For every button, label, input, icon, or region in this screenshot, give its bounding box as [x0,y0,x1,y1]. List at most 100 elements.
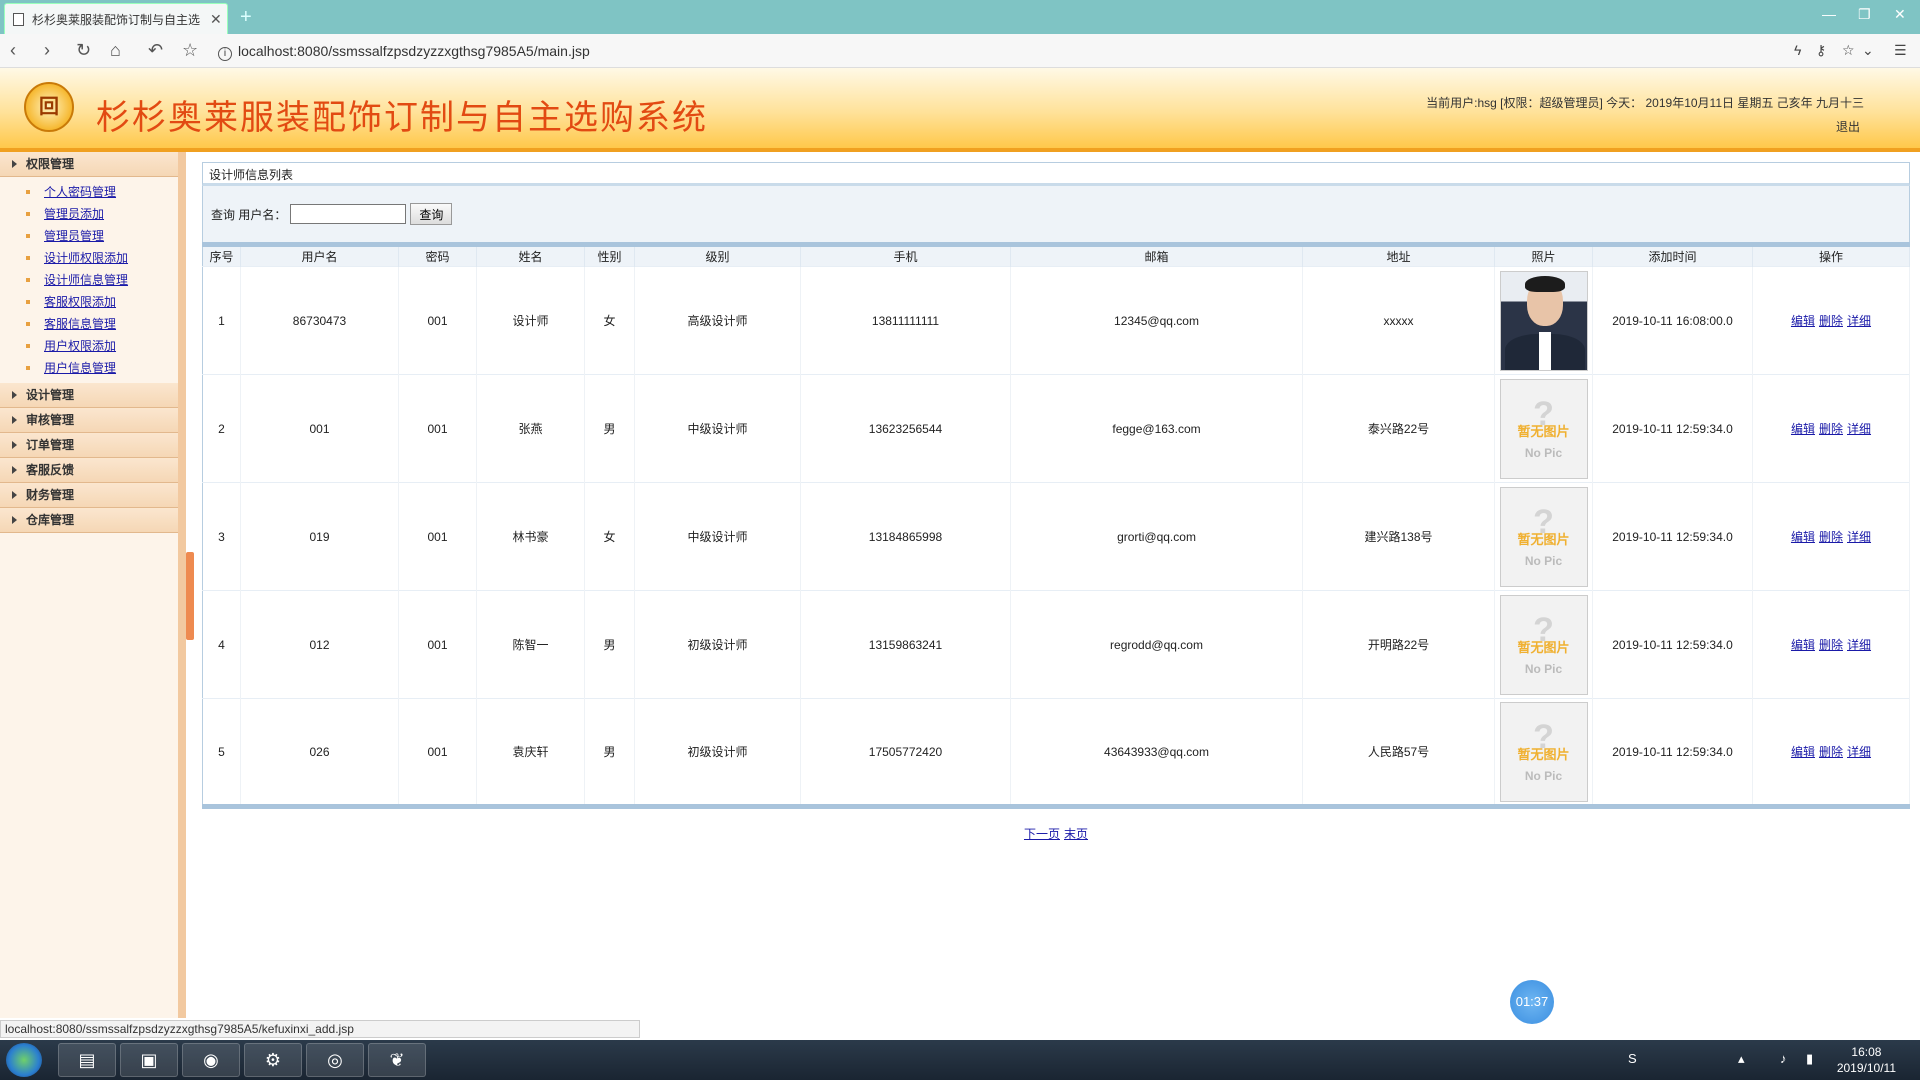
table-row: 5 026 001 袁庆轩 男 初级设计师 17505772420 436439… [202,698,1910,807]
edit-link[interactable]: 编辑 [1791,745,1815,759]
no-pic-en: No Pic [1524,446,1563,460]
lightning-icon[interactable]: ϟ [1794,42,1801,58]
tray-clock[interactable]: 16:08 2019/10/11 [1837,1044,1896,1076]
reload-icon[interactable]: ↻ [76,40,91,61]
col-header: 密码 [398,244,477,267]
edit-link[interactable]: 编辑 [1791,422,1815,436]
favorite-icon[interactable]: ☆ [1842,42,1855,59]
start-button[interactable] [6,1043,42,1077]
delete-link[interactable]: 删除 [1819,422,1843,436]
site-header: 回 杉杉奥莱服装配饰订制与自主选购系统 当前用户:hsg [权限：超级管理员] … [0,68,1920,152]
username-search-input[interactable] [290,204,407,224]
sidebar-item[interactable]: 管理员添加 [0,203,178,225]
user-info: 当前用户:hsg [权限：超级管理员] 今天： 2019年10月11日 星期五 … [1426,96,1864,110]
no-pic-en: No Pic [1524,769,1563,783]
chevron-down-icon[interactable]: ⌄ [1862,42,1874,59]
forward-icon[interactable]: › [44,40,50,61]
delete-link[interactable]: 删除 [1819,638,1843,652]
sidebar-item[interactable]: 管理员管理 [0,225,178,247]
window-close-icon[interactable]: ✕ [1894,6,1906,23]
edit-link[interactable]: 编辑 [1791,530,1815,544]
sidebar-link-designer-manage[interactable]: 设计师信息管理 [44,273,128,287]
chrome-icon[interactable]: ◎ [306,1043,364,1077]
sidebar-item[interactable]: 设计师权限添加 [0,247,178,269]
sidebar-group-feedback[interactable]: 客服反馈 [0,458,178,483]
detail-link[interactable]: 详细 [1847,314,1871,328]
sidebar-link-password[interactable]: 个人密码管理 [44,185,116,199]
col-header: 级别 [634,244,801,267]
sidebar-link-cs-add[interactable]: 客服权限添加 [44,295,116,309]
key-icon[interactable]: ⚷ [1816,42,1826,59]
detail-link[interactable]: 详细 [1847,745,1871,759]
sidebar-link-cs-manage[interactable]: 客服信息管理 [44,317,116,331]
cell-level: 中级设计师 [634,482,801,591]
pagination: 下一页 末页 [202,825,1910,842]
detail-link[interactable]: 详细 [1847,638,1871,652]
col-header: 序号 [202,244,241,267]
delete-link[interactable]: 删除 [1819,530,1843,544]
logout-link[interactable]: 退出 [1836,118,1860,135]
sidebar-link-designer-add[interactable]: 设计师权限添加 [44,251,128,265]
last-page-link[interactable]: 末页 [1064,827,1088,841]
network-icon[interactable]: ▮ [1806,1051,1813,1067]
sidebar-group-review[interactable]: 审核管理 [0,408,178,433]
sidebar-item[interactable]: 用户权限添加 [0,335,178,357]
cell-password: 001 [398,482,477,591]
cell-address: 建兴路138号 [1302,482,1495,591]
sidebar-group-orders[interactable]: 订单管理 [0,433,178,458]
cell-phone: 17505772420 [800,698,1011,807]
menu-icon[interactable]: ☰ [1894,42,1907,59]
sidebar-group-warehouse[interactable]: 仓库管理 [0,508,178,533]
detail-link[interactable]: 详细 [1847,530,1871,544]
sidebar-link-user-add[interactable]: 用户权限添加 [44,339,116,353]
delete-link[interactable]: 删除 [1819,314,1843,328]
cell-photo: ? 暂无图片 No Pic [1494,482,1593,591]
cell-level: 中级设计师 [634,374,801,483]
next-page-link[interactable]: 下一页 [1024,827,1060,841]
cell-name: 张燕 [476,374,585,483]
sidebar-item[interactable]: 客服信息管理 [0,313,178,335]
edit-link[interactable]: 编辑 [1791,638,1815,652]
sidebar-link-admin-add[interactable]: 管理员添加 [44,207,104,221]
sidebar-group-permissions[interactable]: 权限管理 [0,152,178,177]
sidebar-item[interactable]: 设计师信息管理 [0,269,178,291]
cell-ops: 编辑 删除 详细 [1752,374,1910,483]
recording-timer[interactable]: 01:37 [1510,980,1554,1024]
sidebar-collapse-handle[interactable] [186,552,194,640]
sidebar-item[interactable]: 个人密码管理 [0,181,178,203]
app-leaf-icon[interactable]: ❦ [368,1043,426,1077]
table-row: 4 012 001 陈智一 男 初级设计师 13159863241 regrod… [202,590,1910,699]
sidebar-group-design[interactable]: 设计管理 [0,383,178,408]
explorer-icon[interactable]: ▤ [58,1043,116,1077]
edit-link[interactable]: 编辑 [1791,314,1815,328]
browser-tab[interactable]: 杉杉奥莱服装配饰订制与自主选 ✕ [4,3,228,34]
search-button[interactable]: 查询 [410,203,453,225]
sidebar-item[interactable]: 用户信息管理 [0,357,178,379]
close-tab-icon[interactable]: ✕ [210,11,222,28]
sidebar-item[interactable]: 客服权限添加 [0,291,178,313]
detail-link[interactable]: 详细 [1847,422,1871,436]
address-bar: ‹ › ↻ ⌂ ↶ ☆ i localhost:8080/ssmssalfzpsd… [0,34,1920,68]
sidebar-group-finance[interactable]: 财务管理 [0,483,178,508]
new-tab-button[interactable]: + [240,6,252,29]
home-icon[interactable]: ⌂ [110,40,121,61]
cell-address: 人民路57号 [1302,698,1495,807]
bookmark-star-icon[interactable]: ☆ [182,40,198,61]
volume-icon[interactable]: ♪ [1780,1051,1787,1066]
sidebar-link-user-manage[interactable]: 用户信息管理 [44,361,116,375]
back-icon[interactable]: ‹ [10,40,16,61]
terminal-icon[interactable]: ▣ [120,1043,178,1077]
sogou-ime-icon[interactable]: S [1628,1051,1637,1066]
minimize-icon[interactable]: — [1822,6,1836,22]
delete-link[interactable]: 删除 [1819,745,1843,759]
sidebar-link-admin-manage[interactable]: 管理员管理 [44,229,104,243]
url-field[interactable]: i localhost:8080/ssmssalfzpsdzyzzxgthsg79… [218,43,590,61]
cell-phone: 13184865998 [800,482,1011,591]
app-green-icon[interactable]: ◉ [182,1043,240,1077]
undo-icon[interactable]: ↶ [148,40,163,61]
restore-icon[interactable]: ❐ [1858,6,1871,23]
cell-level: 高级设计师 [634,266,801,375]
no-pic-placeholder: ? 暂无图片 No Pic [1499,486,1588,587]
tray-expand-icon[interactable]: ▴ [1738,1051,1745,1067]
java-ee-icon[interactable]: ⚙ [244,1043,302,1077]
